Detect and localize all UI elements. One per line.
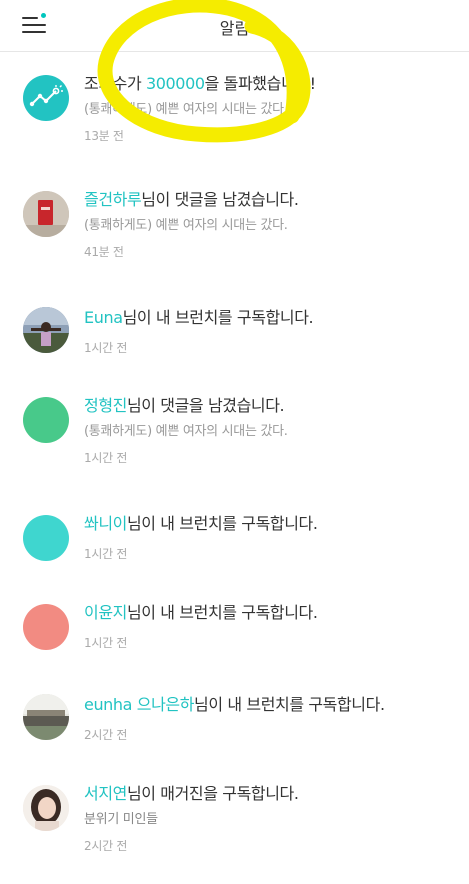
- user-link: 서지연: [84, 784, 127, 803]
- post-title: (통쾌하게도) 예쁜 여자의 시대는 갔다.: [84, 424, 288, 439]
- notification-item[interactable]: 조회수가 300000을 돌파했습니다! (통쾌하게도) 예쁜 여자의 시대는 …: [0, 53, 469, 173]
- post-title: (통쾌하게도) 예쁜 여자의 시대는 갔다.: [84, 102, 288, 117]
- notification-item[interactable]: 정형진님이 댓글을 남겼습니다. (통쾌하게도) 예쁜 여자의 시대는 갔다. …: [0, 378, 469, 486]
- notification-message: 쏴니이님이 내 브런치를 구독합니다.: [84, 514, 318, 533]
- user-link: 쏴니이: [84, 514, 127, 533]
- notification-item[interactable]: Euna님이 내 브런치를 구독합니다. 1시간 전: [0, 287, 469, 371]
- timestamp: 1시간 전: [84, 451, 128, 465]
- notification-message: Euna님이 내 브런치를 구독합니다.: [84, 308, 314, 327]
- notification-item[interactable]: eunha 으나은하님이 내 브런치를 구독합니다. 2시간 전: [0, 678, 469, 762]
- timestamp: 1시간 전: [84, 636, 128, 650]
- user-link: 즐건하루: [84, 190, 142, 209]
- avatar: [23, 694, 69, 740]
- magazine-title: 분위기 미인들: [84, 812, 158, 827]
- timestamp: 2시간 전: [84, 839, 128, 853]
- notification-message: 서지연님이 매거진을 구독합니다.: [84, 784, 299, 803]
- notification-message: 정형진님이 댓글을 남겼습니다.: [84, 396, 285, 415]
- avatar: [23, 785, 69, 831]
- notification-item[interactable]: 서지연님이 매거진을 구독합니다. 분위기 미인들 2시간 전: [0, 765, 469, 875]
- timestamp: 1시간 전: [84, 341, 128, 355]
- avatar: [23, 191, 69, 237]
- user-link: Euna: [84, 308, 123, 327]
- notification-message: 즐건하루님이 댓글을 남겼습니다.: [84, 190, 299, 209]
- chart-sparkle-icon: [23, 75, 69, 121]
- avatar: [23, 604, 69, 650]
- avatar: [23, 397, 69, 443]
- user-link: 정형진: [84, 396, 127, 415]
- avatar: [23, 307, 69, 353]
- user-link: 이윤지: [84, 603, 127, 622]
- top-bar: 알림: [0, 0, 469, 52]
- notification-item[interactable]: 이윤지님이 내 브런치를 구독합니다. 1시간 전: [0, 589, 469, 673]
- page-title: 알림: [219, 19, 250, 38]
- notification-message: eunha 으나은하님이 내 브런치를 구독합니다.: [84, 695, 385, 714]
- timestamp: 13분 전: [84, 129, 124, 143]
- timestamp: 2시간 전: [84, 728, 128, 742]
- notification-item[interactable]: 즐건하루님이 댓글을 남겼습니다. (통쾌하게도) 예쁜 여자의 시대는 갔다.…: [0, 175, 469, 283]
- timestamp: 1시간 전: [84, 547, 128, 561]
- notification-item[interactable]: 쏴니이님이 내 브런치를 구독합니다. 1시간 전: [0, 496, 469, 580]
- avatar: [23, 515, 69, 561]
- timestamp: 41분 전: [84, 245, 124, 259]
- notification-message: 조회수가 300000을 돌파했습니다!: [84, 74, 316, 93]
- post-title: (통쾌하게도) 예쁜 여자의 시대는 갔다.: [84, 218, 288, 233]
- user-link: eunha 으나은하: [84, 695, 195, 714]
- notification-message: 이윤지님이 내 브런치를 구독합니다.: [84, 603, 318, 622]
